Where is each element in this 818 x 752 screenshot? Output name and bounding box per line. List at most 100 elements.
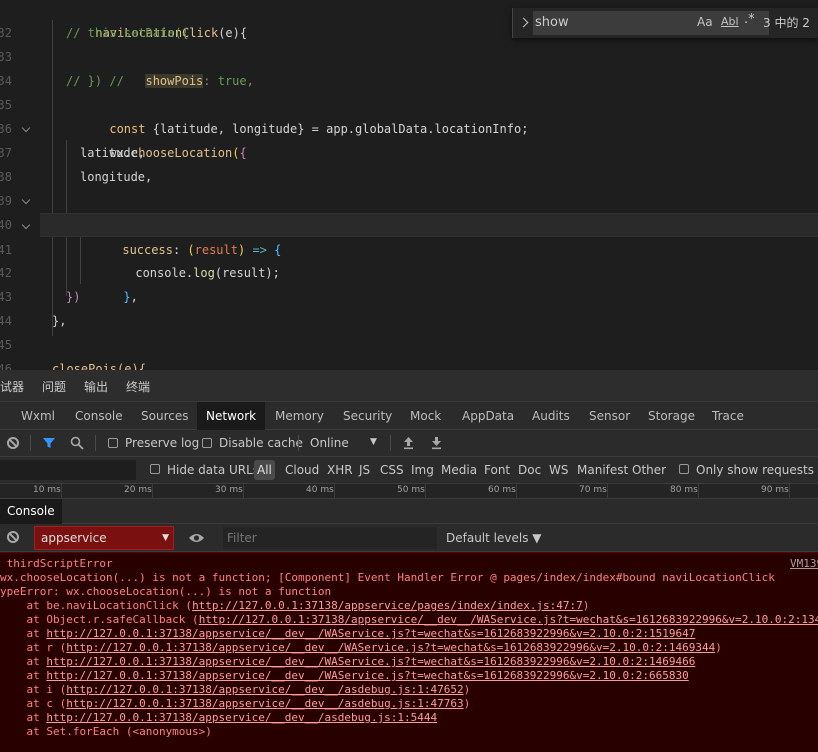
tab-network[interactable]: Network [197,402,266,430]
tab-mock[interactable]: Mock [401,402,450,430]
match-whole-word-icon[interactable]: Abl [721,15,739,28]
hide-data-urls-checkbox[interactable] [150,464,160,474]
source-link[interactable]: VM139 [790,557,818,570]
tab-console[interactable]: Console [66,402,132,430]
stack-frame: at http://127.0.0.1:37138/appservice/__d… [0,655,695,669]
stack-frame-link[interactable]: http://127.0.0.1:37138/appservice/__dev_… [46,627,695,640]
code-line[interactable]: 37 wx.chooseLocation({ [0,117,818,160]
log-levels-select[interactable]: Default levels ▼ [446,531,542,545]
tab-storage[interactable]: Storage [639,402,704,430]
network-toolbar: Preserve log Disable cache Online ▼ [0,430,818,457]
tab-terminal[interactable]: 终端 [126,378,150,395]
filter-icon[interactable] [42,436,56,450]
code-editor[interactable]: 32 naviLocationClick(e){ 33 // this.setD… [0,0,818,370]
error-message-line: wx.chooseLocation(...) is not a function… [0,571,775,585]
filter-type-ws[interactable]: WS [549,463,568,477]
code-bracket: }) [66,290,81,304]
code-line[interactable]: 44 }) [0,285,818,328]
code-line[interactable]: 34 // showPois: true, [0,45,818,88]
execution-context-select[interactable]: appservice ▼ [34,526,174,550]
console-output[interactable]: thirdScriptError wx.chooseLocation(...) i… [0,552,818,752]
stack-frame: at http://127.0.0.1:37138/appservice/__d… [0,711,437,725]
code-line[interactable]: 47 closePois(e){ [0,357,818,370]
clear-icon[interactable] [7,437,19,449]
stack-frame-link[interactable]: http://127.0.0.1:37138/appservice/__dev_… [46,655,695,668]
export-har-icon[interactable] [430,436,443,450]
only-blocked-requests-checkbox[interactable] [679,464,689,474]
stack-frame-text: thirdScriptError [0,557,113,570]
clear-console-icon[interactable] [7,531,19,543]
hide-data-urls-label: Hide data URLs [167,463,260,477]
console-filter-input[interactable] [223,527,437,549]
filter-type-doc[interactable]: Doc [518,463,541,477]
tab-debugger[interactable]: 试器 [0,378,24,395]
stack-frame: at be.naviLocationClick (http://127.0.0.… [0,599,589,613]
network-filter-bar: Hide data URLs All Cloud XHR JS CSS Img … [0,457,818,484]
stack-frame-text: at [0,669,47,682]
tab-output[interactable]: 输出 [84,378,108,395]
use-regex-icon[interactable]: .* [744,12,755,27]
filter-type-img[interactable]: Img [411,463,434,477]
fold-chevron-icon[interactable] [22,214,32,238]
filter-type-media[interactable]: Media [441,463,477,477]
code-line[interactable]: 40 })({ [0,189,818,232]
fold-chevron-icon[interactable] [22,189,32,213]
code-line[interactable]: 42 console.log(result); [0,237,818,280]
current-line[interactable]: 41 success: (result) => { [0,213,818,257]
filter-type-font[interactable]: Font [484,463,510,477]
timeline-gridline [152,484,153,499]
filter-type-js[interactable]: JS [359,463,370,477]
stack-frame-link[interactable]: http://127.0.0.1:37138/appservice/__dev_… [66,697,463,710]
eye-icon[interactable] [188,532,205,544]
throttling-select[interactable]: Online [310,436,349,450]
stack-frame-link[interactable]: http://127.0.0.1:37138/appservice/__dev_… [46,669,688,682]
timeline-gridline [698,484,699,499]
network-timeline-overview[interactable]: 10 ms 20 ms 30 ms 40 ms 50 ms 60 ms 70 m… [0,484,818,499]
timeline-tick: 30 ms [215,485,243,495]
filter-type-xhr[interactable]: XHR [327,463,353,477]
filter-type-cloud[interactable]: Cloud [285,463,319,477]
tab-audits[interactable]: Audits [523,402,579,430]
drawer-tab-console[interactable]: Console [0,499,62,524]
stack-frame: at c (http://127.0.0.1:37138/appservice/… [0,697,470,711]
chevron-down-icon[interactable]: ▼ [370,437,377,447]
network-filter-input[interactable] [0,460,136,480]
divider [95,435,96,451]
import-har-icon[interactable] [402,436,415,450]
code-line[interactable]: 35 // }) [0,69,818,112]
match-count: 3 中的 2 [763,16,810,30]
code-line[interactable]: 39 longitude, [0,165,818,208]
search-icon[interactable] [70,436,84,450]
tab-problems[interactable]: 问题 [42,378,66,395]
preserve-log-checkbox[interactable] [108,438,118,448]
tab-memory[interactable]: Memory [266,402,333,430]
stack-frame-link[interactable]: http://127.0.0.1:37138/appservice/__dev_… [66,683,463,696]
tab-trace[interactable]: Trace [703,402,753,430]
tab-wxml[interactable]: Wxml [12,402,64,430]
stack-frame-text: ) [463,697,471,710]
code-line[interactable]: 36 const {latitude, longitude} = app.glo… [0,93,818,136]
tab-security[interactable]: Security [334,402,401,430]
filter-type-other[interactable]: Other [632,463,666,477]
filter-type-all[interactable]: All [254,460,275,480]
stack-frame-link[interactable]: http://127.0.0.1:37138/appservice/__dev_… [199,613,818,626]
timeline-gridline [61,484,62,499]
match-case-icon[interactable]: Aa [697,15,713,29]
fold-chevron-icon[interactable] [22,117,32,141]
tab-appdata[interactable]: AppData [453,402,523,430]
toggle-replace-chevron-icon[interactable] [519,15,529,31]
tab-sensor[interactable]: Sensor [580,402,639,430]
stack-frame-link[interactable]: http://127.0.0.1:37138/appservice/__dev_… [66,641,715,654]
stack-frame-link[interactable]: http://127.0.0.1:37138/appservice/__dev_… [46,711,437,724]
stack-frame-link[interactable]: http://127.0.0.1:37138/appservice/pages/… [192,599,583,612]
code-line[interactable]: 43 }, [0,261,818,304]
code-line[interactable]: 38 latitude, [0,141,818,184]
tab-sources[interactable]: Sources [132,402,197,430]
filter-type-css[interactable]: CSS [380,463,404,477]
filter-type-manifest[interactable]: Manifest [577,463,628,477]
code-line[interactable]: 45 }, [0,309,818,352]
stack-frame: at http://127.0.0.1:37138/appservice/__d… [0,669,688,683]
stack-frame-text: at i ( [0,683,67,696]
code-line[interactable]: 46 [0,333,818,370]
disable-cache-checkbox[interactable] [202,438,212,448]
